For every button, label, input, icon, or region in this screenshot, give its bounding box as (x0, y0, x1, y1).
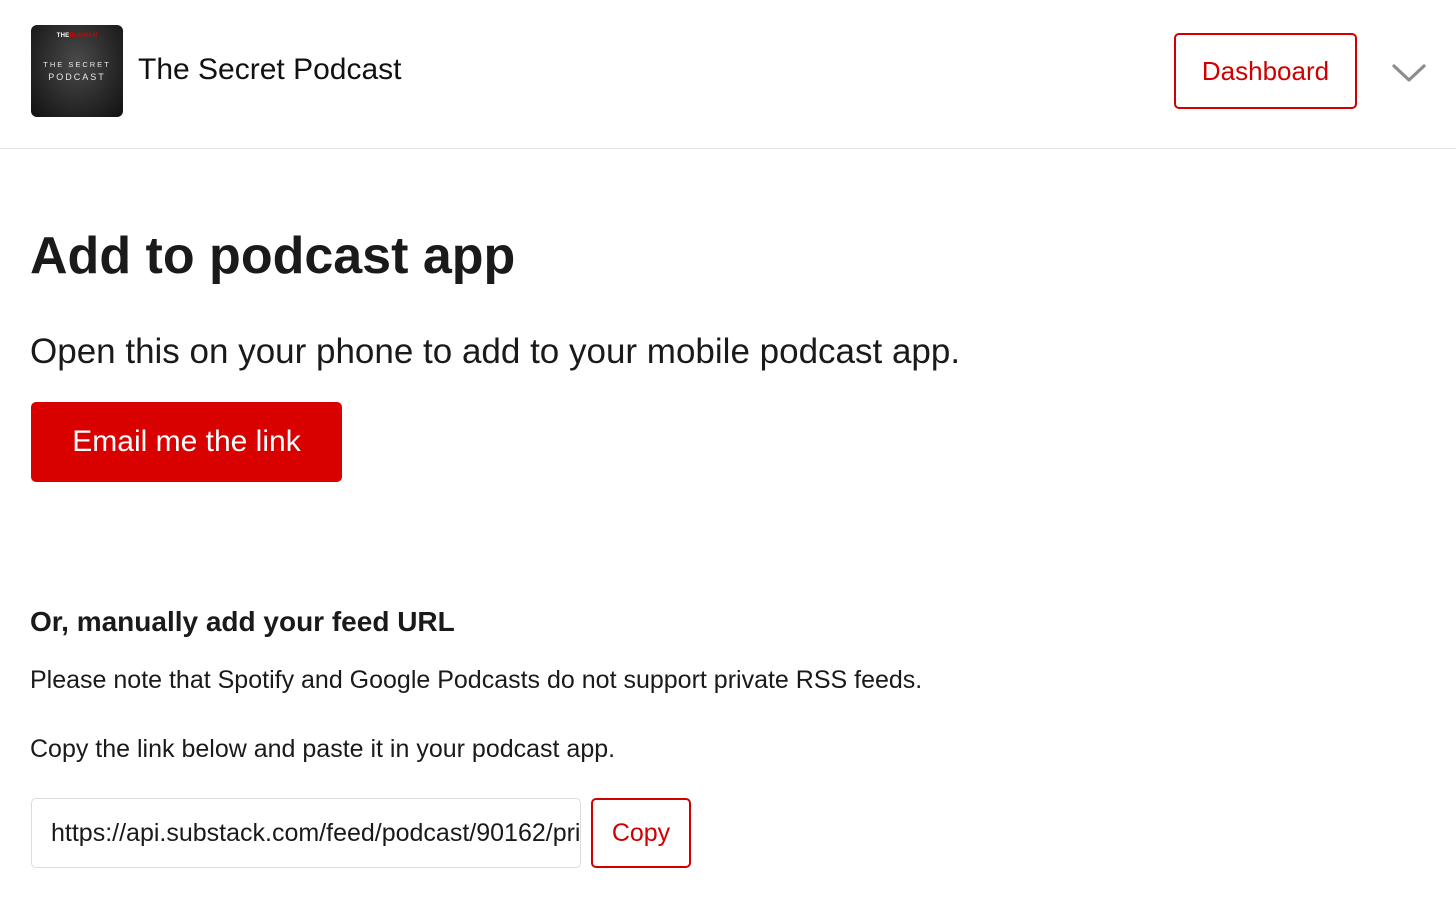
site-title[interactable]: The Secret Podcast (138, 52, 401, 88)
logo-brand: THEBUDMAN (56, 33, 98, 39)
manual-feed-heading: Or, manually add your feed URL (30, 606, 455, 637)
logo-line1: THE SECRET (43, 60, 111, 69)
chevron-down-icon[interactable] (1390, 60, 1428, 86)
rss-support-note: Please note that Spotify and Google Podc… (30, 666, 923, 694)
feed-url-field[interactable] (31, 798, 581, 868)
page-subtitle: Open this on your phone to add to your m… (30, 332, 961, 371)
copy-button[interactable]: Copy (591, 798, 691, 868)
copy-instruction: Copy the link below and paste it in your… (30, 735, 616, 763)
logo-line2: PODCAST (48, 72, 106, 82)
page-title: Add to podcast app (30, 227, 516, 285)
dashboard-button[interactable]: Dashboard (1174, 33, 1357, 109)
email-link-button[interactable]: Email me the link (31, 402, 342, 482)
site-header: THEBUDMAN THE SECRET PODCAST The Secret … (0, 0, 1456, 149)
podcast-logo[interactable]: THEBUDMAN THE SECRET PODCAST (31, 25, 123, 117)
